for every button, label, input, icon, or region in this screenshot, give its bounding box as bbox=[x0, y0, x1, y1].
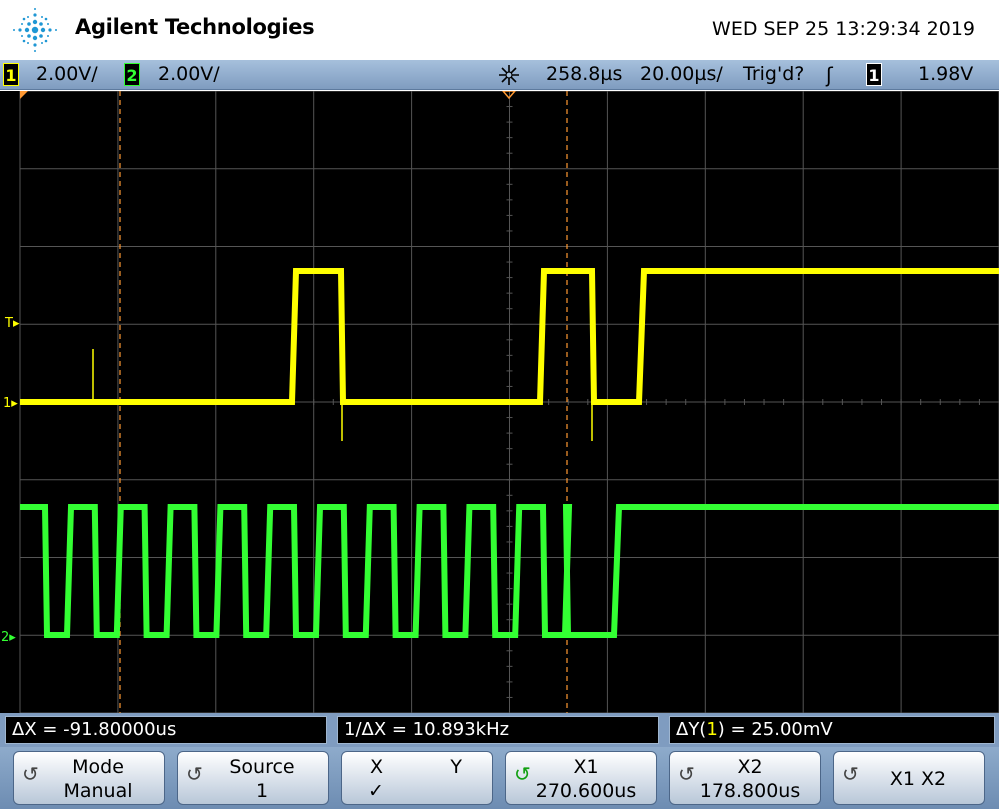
trigger-level[interactable]: 1.98V bbox=[918, 63, 973, 85]
status-bar: 1 2.00V/ 2 2.00V/ 258.8µs 20.00µs/ Trig'… bbox=[0, 60, 999, 90]
waveform-display[interactable]: 1▸ 2▸ T▸ bbox=[0, 90, 999, 714]
softkey-bar: ↺ Mode Manual ↺ Source 1 X Y ✓ ↺ X1 270.… bbox=[0, 747, 999, 809]
delta-y-readout: ΔY(1) = 25.00mV bbox=[669, 716, 995, 744]
delay-sun-icon bbox=[499, 65, 519, 85]
source-softkey[interactable]: ↺ Source 1 bbox=[177, 751, 329, 805]
inverse-delta-x-readout: 1/ΔX = 10.893kHz bbox=[337, 716, 659, 744]
date-time: WED SEP 25 13:29:34 2019 bbox=[712, 18, 975, 40]
agilent-spark-logo-icon bbox=[13, 8, 57, 52]
x2-cursor-softkey[interactable]: ↺ X2 178.800us bbox=[669, 751, 821, 805]
header: Agilent Technologies WED SEP 25 13:29:34… bbox=[0, 0, 999, 60]
channel-1-ground-marker: 1▸ bbox=[3, 396, 18, 411]
channel-2-scale[interactable]: 2.00V/ bbox=[158, 63, 220, 85]
mode-softkey[interactable]: ↺ Mode Manual bbox=[13, 751, 165, 805]
brand-name: Agilent Technologies bbox=[75, 15, 315, 39]
x1-x2-softkey[interactable]: ↺ X1 X2 bbox=[833, 751, 985, 805]
channel-2-ground-marker: 2▸ bbox=[1, 630, 16, 645]
delta-x-readout: ΔX = -91.80000us bbox=[5, 716, 327, 744]
trigger-source-badge[interactable]: 1 bbox=[866, 63, 882, 86]
trigger-state: Trig'd? bbox=[743, 63, 805, 85]
channel-1-badge[interactable]: 1 bbox=[3, 63, 19, 86]
trigger-level-marker: T▸ bbox=[4, 316, 20, 331]
x1-cursor-softkey[interactable]: ↺ X1 270.600us bbox=[505, 751, 657, 805]
rising-edge-icon: ʃ bbox=[826, 63, 833, 87]
channel-1-scale[interactable]: 2.00V/ bbox=[36, 63, 98, 85]
timebase-scale[interactable]: 20.00µs/ bbox=[640, 63, 723, 85]
x-selected-check-icon: ✓ bbox=[368, 780, 384, 802]
measurement-bar: ΔX = -91.80000us 1/ΔX = 10.893kHz ΔY(1) … bbox=[0, 713, 999, 747]
waveform-graticule: 1▸ 2▸ T▸ bbox=[1, 90, 999, 714]
left-edge-marker-icon bbox=[20, 91, 28, 99]
horizontal-delay[interactable]: 258.8µs bbox=[546, 63, 622, 85]
x-y-softkey[interactable]: X Y ✓ bbox=[341, 751, 493, 805]
channel-2-badge[interactable]: 2 bbox=[124, 63, 140, 86]
